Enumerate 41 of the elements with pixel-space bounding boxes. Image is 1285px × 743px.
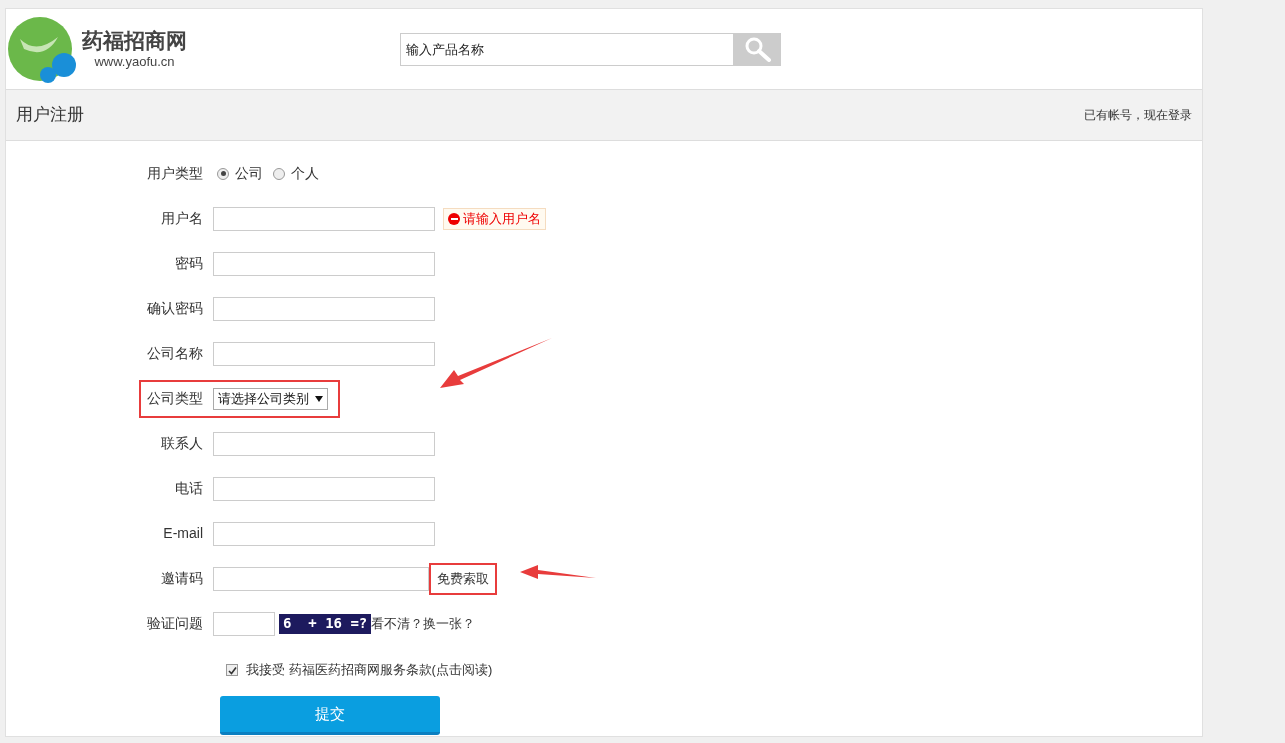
input-field[interactable]	[213, 251, 435, 276]
field-label: 电话	[174, 479, 204, 498]
error-icon	[448, 212, 460, 225]
input-field[interactable]	[213, 566, 429, 591]
caret-icon	[315, 395, 323, 402]
input-field[interactable]	[213, 341, 435, 366]
field-label: 用户名	[160, 209, 204, 228]
radio-button[interactable]	[273, 167, 285, 180]
radio-label: 个人	[291, 164, 319, 183]
field-label: 公司类型	[146, 389, 204, 408]
login-link[interactable]: 已有帐号，现在登录	[1084, 106, 1192, 124]
field-label: E-mail	[162, 524, 204, 543]
refresh-captcha-link[interactable]: 看不清？换一张？	[371, 613, 476, 634]
search-icon	[743, 36, 772, 62]
field-label: 联系人	[160, 434, 204, 453]
search-field[interactable]: 输入产品名称	[400, 32, 734, 66]
logo-name: 药福招商网	[82, 27, 187, 54]
captcha-image: 6 + 16 =?	[279, 613, 372, 634]
input-field[interactable]	[213, 476, 435, 501]
agreement-checkbox[interactable]	[226, 664, 238, 676]
radio-label: 公司	[235, 164, 263, 183]
search-button[interactable]	[734, 32, 781, 66]
input-field[interactable]	[213, 611, 275, 636]
panel-title: 用户注册	[16, 104, 84, 127]
logo-icon	[6, 15, 78, 83]
input-field[interactable]	[213, 296, 435, 321]
input-field[interactable]	[213, 521, 435, 546]
agreement-text[interactable]: 我接受 药福医药招商网服务条款(点击阅读)	[246, 660, 493, 680]
field-label: 公司名称	[146, 344, 204, 363]
input-field[interactable]	[213, 206, 435, 231]
logo-url: www.yaofu.cn	[94, 54, 175, 71]
field-label: 验证问题	[146, 614, 204, 633]
input-field[interactable]	[213, 431, 435, 456]
field-label: 用户类型	[146, 164, 204, 183]
radio-button[interactable]	[217, 167, 229, 180]
field-label: 邀请码	[160, 569, 204, 588]
error-message: 请输入用户名	[463, 209, 541, 228]
company-type-select[interactable]: 请选择公司类别	[213, 387, 328, 410]
request-code-button[interactable]: 免费索取	[429, 562, 497, 595]
field-label: 确认密码	[146, 299, 204, 318]
field-label: 密码	[174, 254, 204, 273]
